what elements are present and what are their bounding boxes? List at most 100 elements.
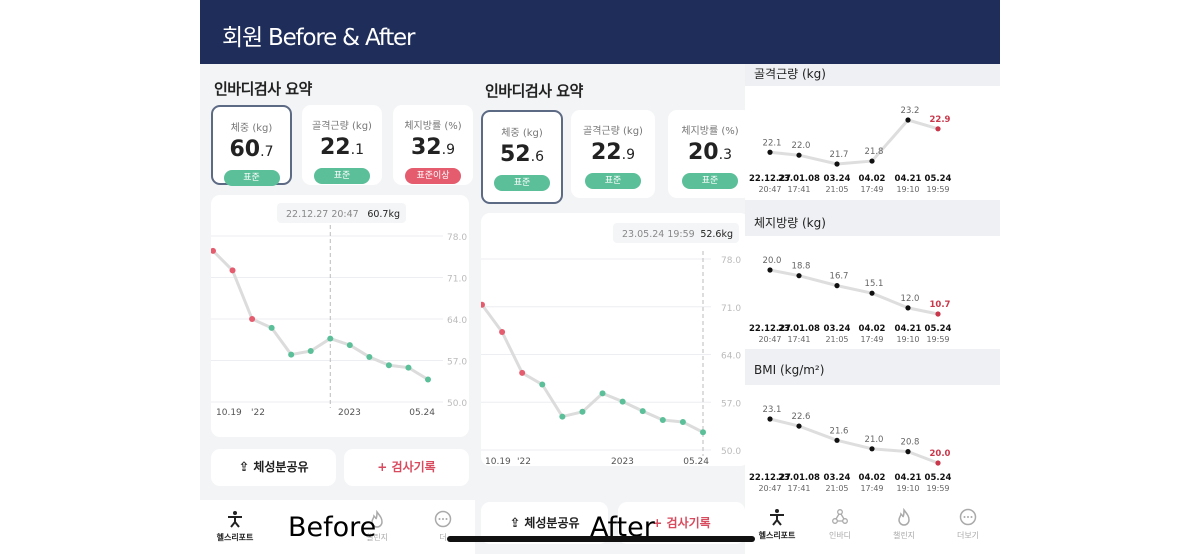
more-icon xyxy=(434,510,452,528)
x-time-label: 20:47 xyxy=(758,484,781,493)
card-muscle[interactable]: 골격근량 (kg) 22.1 표준 xyxy=(302,105,382,185)
card-label: 골격근량 (kg) xyxy=(583,126,643,137)
data-point xyxy=(796,423,802,429)
person-icon xyxy=(228,511,242,528)
data-label: 21.6 xyxy=(830,426,849,436)
x-date-label: 04.02 xyxy=(859,174,886,184)
x-time-label: 19:10 xyxy=(896,484,919,493)
data-point xyxy=(539,381,546,388)
x-time-label: 21:05 xyxy=(825,185,848,194)
tab-challenge[interactable]: 챌린지 xyxy=(879,508,929,541)
data-point xyxy=(767,149,773,155)
weight-chart[interactable]: 78.0 71.0 64.0 57.0 50.0 22.12.27 20:47 60.7kg… xyxy=(210,195,469,437)
tab-health-report[interactable]: 헬스리포트 xyxy=(210,510,260,543)
weight-chart[interactable]: 78.0 71.0 64.0 57.0 50.0 23.05.24 19:59 52.6kg… xyxy=(479,213,745,467)
flame-icon xyxy=(898,508,910,526)
y-tick-label: 57.0 xyxy=(721,399,741,409)
add-record-button[interactable]: + 검사기록 xyxy=(344,449,469,486)
tab-health-report[interactable]: 헬스리포트 xyxy=(752,508,802,541)
data-label: 22.6 xyxy=(792,412,811,422)
y-tick-label: 64.0 xyxy=(447,316,467,326)
data-point xyxy=(599,390,606,397)
fat-trend-card: 20.0 22.12.27 20:47 18.8 23.01.08 17:41 16.7 03… xyxy=(745,236,1000,349)
x-tick-label: 05.24 xyxy=(409,408,435,418)
x-date-label: 05.24 xyxy=(925,174,952,184)
data-point xyxy=(796,273,802,279)
data-label: 15.1 xyxy=(865,279,884,289)
tab-inbody[interactable]: 인바디 xyxy=(815,508,865,541)
fat-trend-title: 체지방량 (kg) xyxy=(754,216,826,230)
summary-title: 인바디검사 요약 xyxy=(485,82,583,100)
x-date-label: 04.02 xyxy=(859,473,886,483)
data-point xyxy=(288,351,295,358)
x-time-label: 17:49 xyxy=(860,484,883,493)
data-point xyxy=(905,305,911,311)
data-point xyxy=(834,161,840,167)
y-tick-label: 71.0 xyxy=(721,304,741,314)
data-label: 20.8 xyxy=(901,438,920,448)
card-value: 52.6 xyxy=(500,142,544,167)
fat-trend-chart: 20.022.12.2720:4718.823.01.0817:4116.703… xyxy=(749,256,952,344)
card-weight[interactable]: 체중 (kg) 60.7 표준 xyxy=(211,105,292,186)
card-value: 60.7 xyxy=(229,137,274,162)
series-line xyxy=(480,303,704,434)
card-muscle[interactable]: 골격근량 (kg) 22.9 표준 xyxy=(571,110,655,198)
x-tick-label: 05.24 xyxy=(683,457,709,466)
data-point xyxy=(905,117,911,123)
card-label: 골격근량 (kg) xyxy=(312,121,372,132)
data-point xyxy=(579,408,586,415)
after-panel: 인바디검사 요약 체중 (kg) 52.6 표준 골격근량 (kg) 22.9 … xyxy=(475,64,745,554)
card-label: 체지방률 (%) xyxy=(404,121,462,132)
x-time-label: 21:05 xyxy=(825,335,848,344)
bmi-trend-card: 23.1 22.12.27 20:47 22.6 23.01.08 17:41 21.6 03… xyxy=(745,385,1000,497)
tooltip-value: 52.6kg xyxy=(700,229,733,240)
data-point xyxy=(869,158,875,164)
weight-chart-card: 78.0 71.0 64.0 57.0 50.0 22.12.27 20:47 60.7kg… xyxy=(210,195,469,437)
data-point xyxy=(679,419,686,426)
tab-more[interactable]: 더보기 xyxy=(943,508,993,541)
x-time-label: 19:59 xyxy=(926,335,949,344)
x-date-label: 04.21 xyxy=(895,174,922,184)
series-line xyxy=(769,268,939,316)
data-point xyxy=(700,429,706,436)
data-point xyxy=(935,460,941,466)
x-date-label: 03.24 xyxy=(824,473,851,483)
share-icon: ⇪ xyxy=(238,460,250,475)
home-indicator[interactable] xyxy=(447,536,755,542)
card-label: 체지방률 (%) xyxy=(681,126,739,137)
card-fat-percent[interactable]: 체지방률 (%) 32.9 표준이상 xyxy=(393,105,473,185)
tooltip-value: 60.7kg xyxy=(367,209,400,220)
data-point xyxy=(519,369,526,376)
x-time-label: 19:59 xyxy=(926,185,949,194)
status-badge: 표준 xyxy=(314,168,370,184)
card-fat-percent[interactable]: 체지방률 (%) 20.3 표준 xyxy=(668,110,745,198)
x-time-label: 19:59 xyxy=(926,484,949,493)
x-time-label: 17:41 xyxy=(787,484,810,493)
data-point xyxy=(346,342,353,349)
x-date-label: 03.24 xyxy=(824,324,851,334)
data-point xyxy=(499,328,506,335)
card-label: 체중 (kg) xyxy=(230,123,273,134)
data-point xyxy=(639,408,646,415)
y-tick-label: 78.0 xyxy=(721,256,741,266)
y-tick-label: 71.0 xyxy=(447,275,467,285)
card-value: 22.1 xyxy=(320,135,364,160)
card-weight[interactable]: 체중 (kg) 52.6 표준 xyxy=(481,110,563,204)
x-time-label: 19:10 xyxy=(896,335,919,344)
data-label: 21.7 xyxy=(830,150,849,160)
data-point xyxy=(327,335,334,342)
more-icon xyxy=(959,508,977,526)
x-time-label: 17:49 xyxy=(860,335,883,344)
data-label: 20.0 xyxy=(763,256,782,266)
x-date-label: 05.24 xyxy=(925,473,952,483)
data-point xyxy=(869,290,875,296)
share-button[interactable]: ⇪ 체성분공유 xyxy=(211,449,336,486)
muscle-trend-card: 22.1 22.12.27 20:47 22.0 23.01.08 17:41 21.7 03… xyxy=(745,86,1000,200)
trend-panel: 골격근량 (kg) 22.1 22.12.27 20:47 22.0 23.01.08 1… xyxy=(745,64,1000,554)
data-point xyxy=(385,362,392,369)
summary-title: 인바디검사 요약 xyxy=(214,80,312,98)
data-point xyxy=(767,267,773,273)
x-date-label: 23.01.08 xyxy=(778,174,820,184)
tooltip-date: 22.12.27 20:47 xyxy=(286,209,359,220)
x-date-label: 23.01.08 xyxy=(778,324,820,334)
